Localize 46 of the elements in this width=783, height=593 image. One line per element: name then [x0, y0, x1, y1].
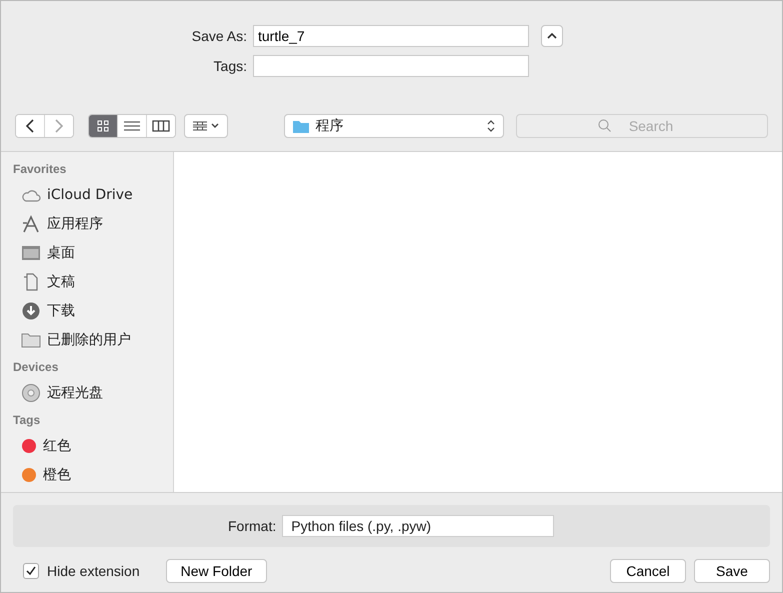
icon-view-icon [97, 120, 110, 132]
arrange-button[interactable] [184, 114, 228, 138]
back-icon [24, 119, 35, 133]
column-view-icon [152, 120, 170, 132]
view-mode-button[interactable] [89, 115, 118, 137]
tags-label: Tags: [214, 58, 248, 74]
save-as-label: Save As: [192, 28, 248, 44]
location-dropdown[interactable]: 程序 [284, 114, 504, 138]
sidebar-heading: Tags [13, 413, 42, 427]
grid-icon [193, 121, 208, 131]
format-field[interactable]: Python files (.py, .pyw) [282, 515, 554, 537]
caret-icon [547, 33, 557, 39]
format-label: Format: [228, 518, 276, 534]
checkmark-icon [26, 566, 36, 576]
collapse-button[interactable] [541, 25, 563, 47]
sidebar-item[interactable]: 桌面 [47, 244, 75, 262]
list-view-icon [124, 120, 140, 132]
search-field[interactable]: Search [516, 114, 768, 138]
folder-icon [21, 330, 41, 348]
sidebar-item[interactable]: 红色 [43, 436, 71, 454]
forward-icon [54, 119, 64, 133]
apps-icon [21, 214, 41, 232]
new-folder-button[interactable]: New Folder [166, 559, 268, 583]
disc-icon [21, 384, 41, 402]
sidebar-heading: Favorites [13, 162, 68, 176]
search-icon [598, 119, 611, 132]
sidebar-item[interactable]: iCloud Drive [47, 186, 133, 202]
sidebar-item[interactable]: 应用程序 [47, 214, 103, 232]
tags-field[interactable] [253, 55, 529, 77]
desktop-icon [21, 244, 41, 262]
download-icon [21, 302, 41, 320]
sidebar-item[interactable]: 已删除的用户 [47, 330, 131, 348]
chevron-icon [211, 123, 220, 129]
sidebar-item[interactable]: 橙色 [43, 466, 71, 484]
back-button[interactable] [16, 115, 45, 137]
save-as-field[interactable]: turtle_7 [253, 25, 529, 47]
sidebar-item[interactable]: 远程光盘 [47, 384, 103, 402]
stepper-icon [487, 120, 495, 132]
cancel-button[interactable]: Cancel [610, 559, 686, 583]
folder-icon [293, 120, 310, 132]
hide-extension-checkbox[interactable] [23, 563, 39, 579]
sidebar-item[interactable]: 文稿 [47, 272, 75, 290]
sidebar-heading: Devices [13, 360, 60, 374]
save-button[interactable]: Save [694, 559, 770, 583]
hide-extension-label: Hide extension [47, 563, 140, 579]
sidebar-item[interactable]: 下载 [47, 302, 75, 320]
